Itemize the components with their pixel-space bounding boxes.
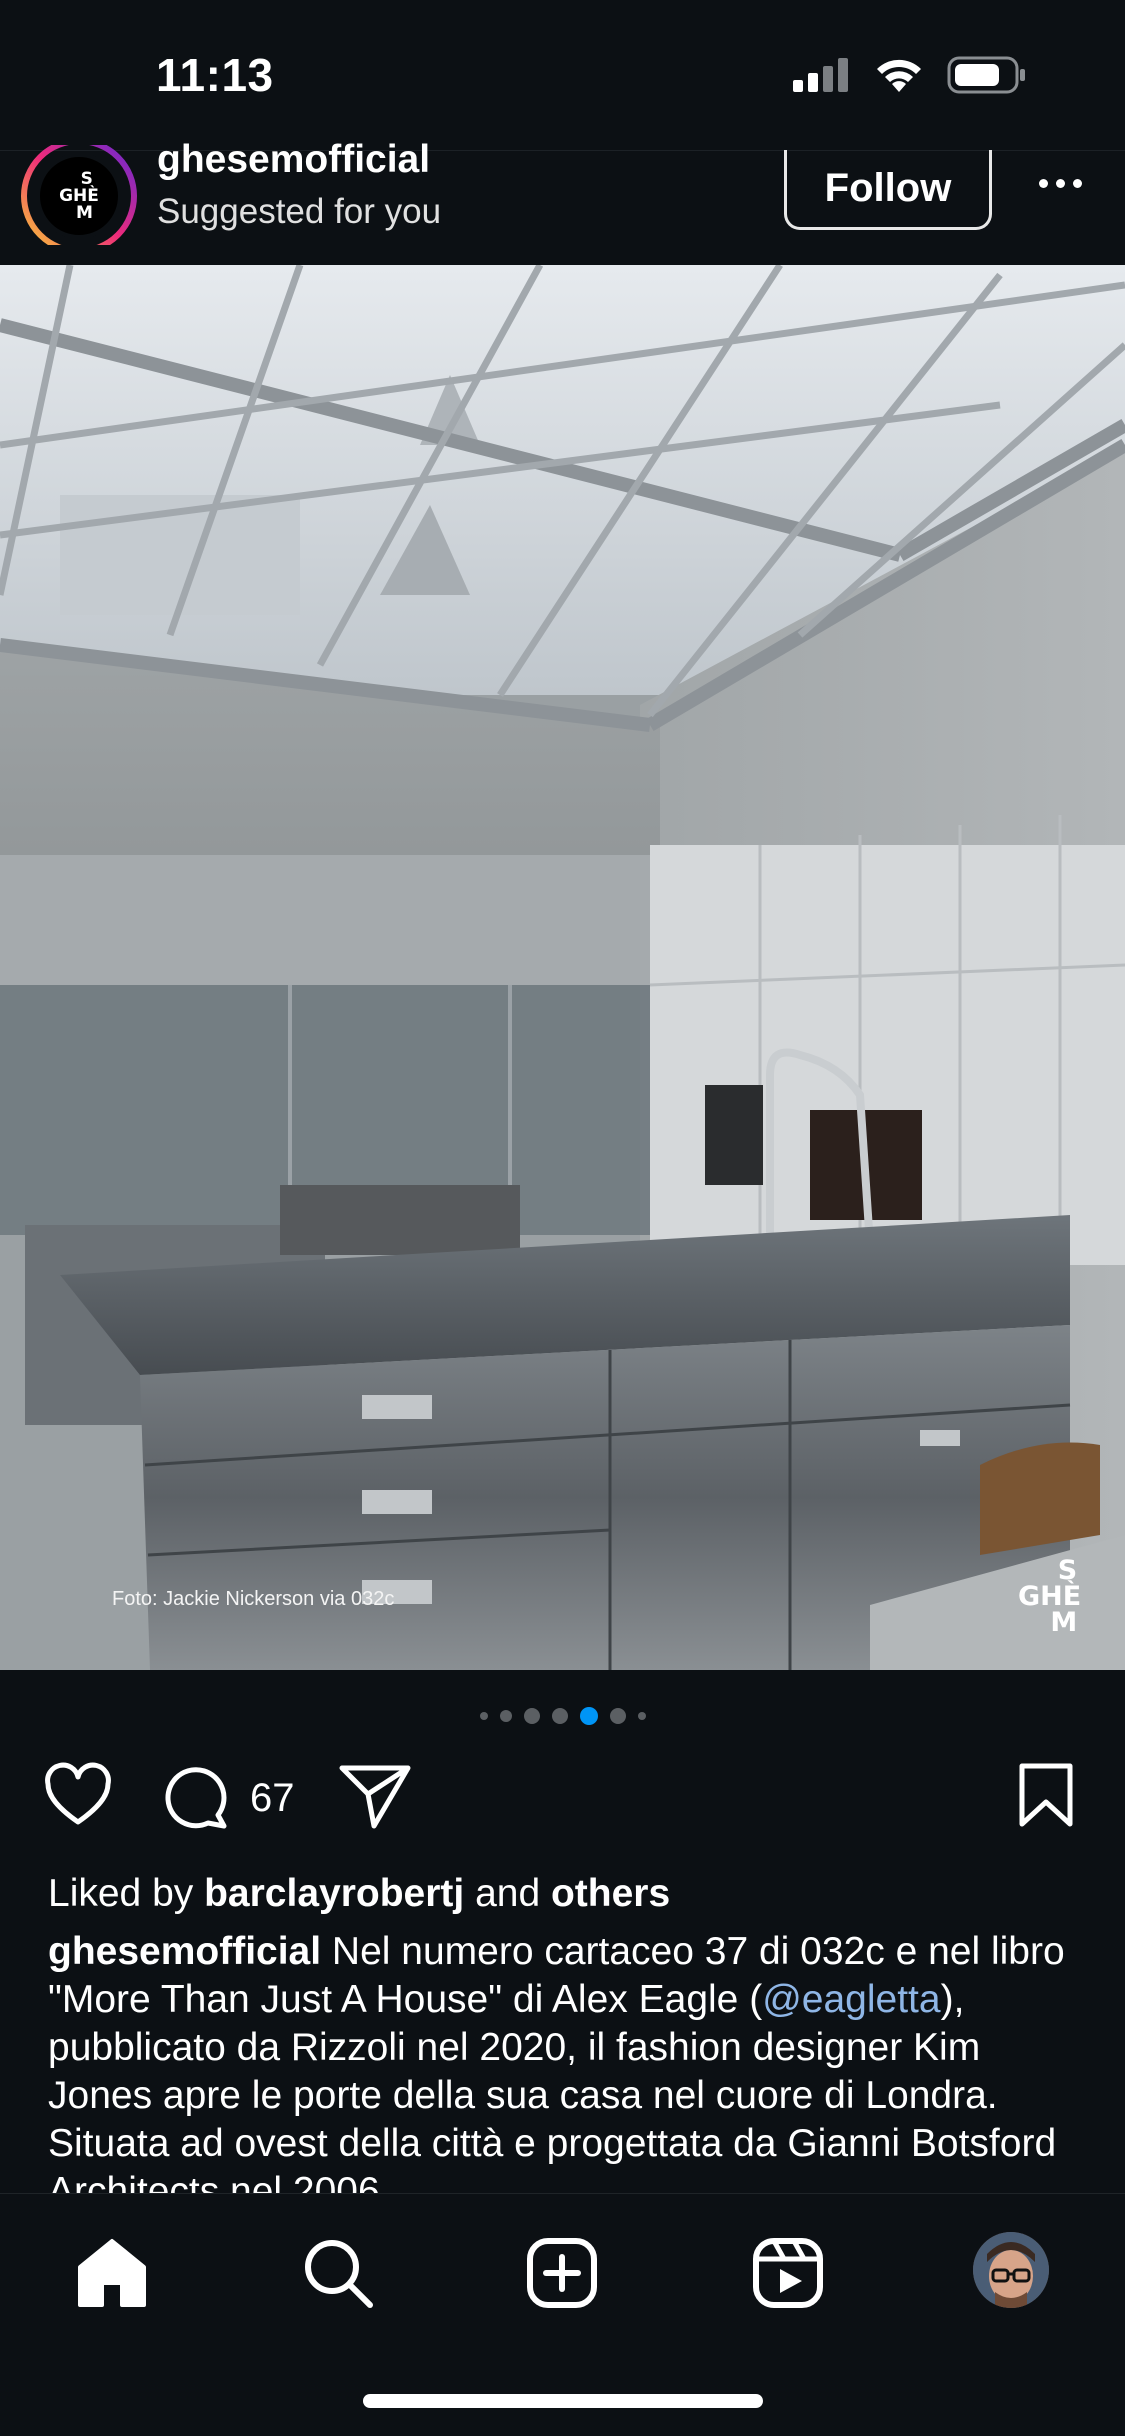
more-dot-icon [1055,178,1065,188]
avatar-logo-line: M [75,202,93,223]
carousel-dot [609,1708,626,1724]
comment-count[interactable]: 67 [250,1776,295,1821]
carousel-dot [637,1712,646,1720]
save-bookmark-icon[interactable] [1016,1760,1076,1832]
more-dot-icon [1038,178,1048,188]
status-icons [793,56,1027,94]
liked-by-others[interactable]: others [551,1872,670,1915]
watermark-line: M [1050,1607,1078,1638]
battery-icon [947,56,1025,94]
cellular-signal-icon [793,58,848,92]
follow-button[interactable]: Follow [784,150,992,230]
carousel-dot [551,1708,568,1724]
caption-author[interactable]: ghesemofficial [48,1930,321,1973]
image-watermark-logo: S GHÈ M [1018,1557,1081,1638]
reels-icon[interactable] [750,2235,826,2311]
status-time: 11:13 [156,49,274,101]
more-dot-icon [1072,178,1082,188]
liked-by-and: and [475,1872,541,1915]
profile-avatar[interactable] [973,2232,1049,2308]
avatar-logo-line: S [80,168,93,189]
profile-photo [973,2232,1049,2308]
like-heart-icon[interactable] [42,1760,114,1832]
kitchen-photo [0,265,1125,1670]
post-author-avatar[interactable]: S GHÈ M [20,145,140,245]
home-icon[interactable] [74,2235,150,2311]
carousel-dot [499,1710,512,1722]
avatar-logo-line: GHÈ [59,185,99,206]
liked-by-user[interactable]: barclayrobertj [204,1872,464,1915]
photo-credit: Foto: Jackie Nickerson via 032c [112,1588,395,1610]
suggested-label: Suggested for you [157,192,442,231]
carousel-dot-active [579,1707,598,1725]
comment-icon[interactable] [160,1760,232,1832]
carousel-dot [479,1712,488,1720]
post-caption[interactable]: ghesemofficial Nel numero cartaceo 37 di… [48,1928,1093,2193]
liked-by-line[interactable]: Liked by barclayrobertj and others [48,1872,670,1916]
post-actions: 67 [0,1760,1125,1836]
avatar-logo: S GHÈ M [36,153,122,239]
wifi-icon [877,59,921,92]
post-username[interactable]: ghesemofficial [157,138,430,182]
carousel-indicator [0,1704,1125,1728]
more-options-button[interactable] [1030,168,1090,198]
post-image[interactable] [0,265,1125,1670]
carousel-dot [523,1708,540,1724]
liked-by-prefix: Liked by [48,1872,194,1915]
share-paper-plane-icon[interactable] [336,1760,414,1832]
search-icon[interactable] [300,2235,376,2311]
home-indicator[interactable] [363,2394,763,2408]
caption-mention[interactable]: @eagletta [762,1978,940,2021]
create-post-icon[interactable] [524,2235,600,2311]
status-bar: 11:13 [0,0,1125,150]
